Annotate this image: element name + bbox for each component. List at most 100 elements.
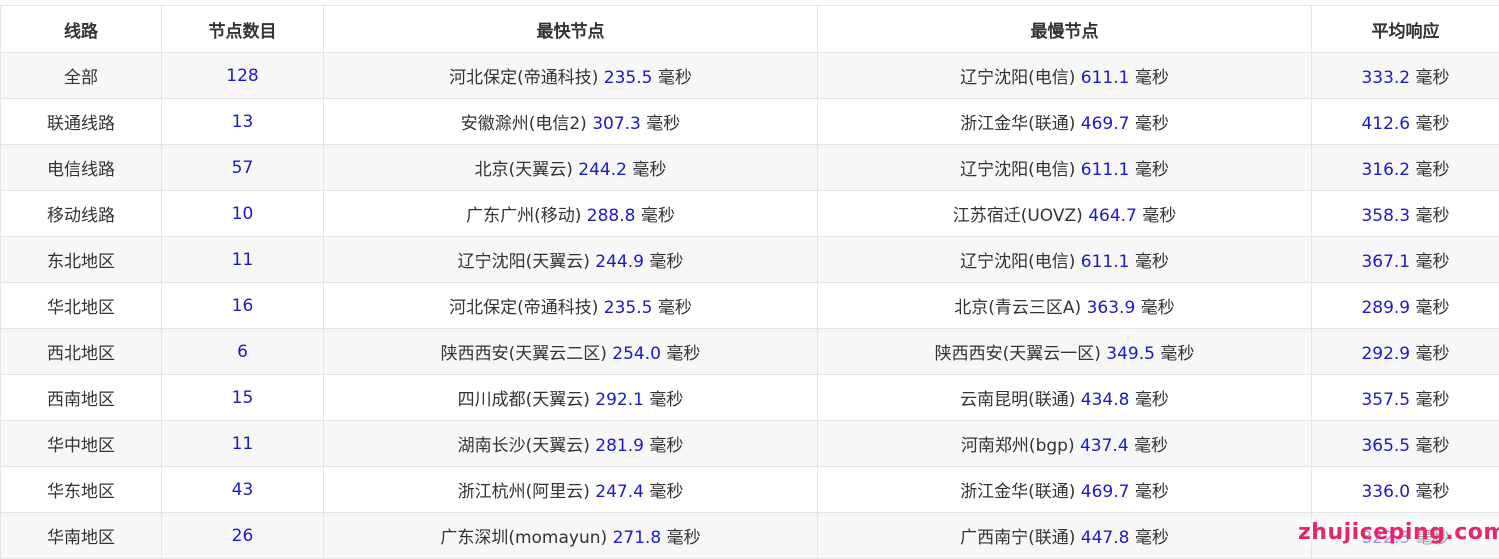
slowest-node-ms: 611.1 <box>1080 160 1130 180</box>
unit-label: 毫秒 <box>1415 436 1450 456</box>
unit-label: 毫秒 <box>640 206 675 226</box>
cell-fastest-node: 浙江杭州(阿里云) 247.4 毫秒 <box>323 466 818 513</box>
table-row: 华南地区 26 广东深圳(momayun) 271.8 毫秒 广西南宁(联通) 447… <box>0 512 1499 559</box>
cell-line: 电信线路 <box>0 144 162 191</box>
fastest-node-ms: 247.4 <box>595 482 644 502</box>
unit-label: 毫秒 <box>1142 206 1177 226</box>
cell-line: 西南地区 <box>0 374 162 421</box>
cell-line: 西北地区 <box>0 328 162 375</box>
node-count-value: 13 <box>231 111 254 132</box>
cell-node-count: 26 <box>161 512 324 559</box>
unit-label: 毫秒 <box>1134 482 1169 502</box>
fastest-node-ms: 244.9 <box>595 252 644 272</box>
fastest-node-ms: 307.3 <box>592 114 641 134</box>
slowest-node-name: 江苏宿迁(UOVZ) <box>952 206 1083 226</box>
cell-slowest-node: 辽宁沈阳(电信) 611.1 毫秒 <box>817 144 1312 191</box>
cell-slowest-node: 江苏宿迁(UOVZ) 464.7 毫秒 <box>817 190 1312 237</box>
table-row: 华东地区 43 浙江杭州(阿里云) 247.4 毫秒 浙江金华(联通) 469.7 毫… <box>0 466 1499 513</box>
table-row: 西南地区 15 四川成都(天翼云) 292.1 毫秒 云南昆明(联通) 434.8 毫… <box>0 374 1499 421</box>
unit-label: 毫秒 <box>1134 114 1169 134</box>
slowest-node-ms: 434.8 <box>1080 390 1130 410</box>
cell-slowest-node: 北京(青云三区A) 363.9 毫秒 <box>817 282 1312 329</box>
average-ms: 412.6 <box>1361 114 1411 134</box>
unit-label: 毫秒 <box>1134 436 1169 456</box>
slowest-node-ms: 363.9 <box>1086 298 1136 318</box>
fastest-node-ms: 244.2 <box>578 160 627 180</box>
node-count-value: 16 <box>231 295 254 316</box>
header-fastest-node: 最快节点 <box>323 5 818 53</box>
average-ms: 365.5 <box>1361 436 1411 456</box>
cell-fastest-node: 湖南长沙(天翼云) 281.9 毫秒 <box>323 420 818 467</box>
cell-fastest-node: 广东广州(移动) 288.8 毫秒 <box>323 190 818 237</box>
cell-slowest-node: 广西南宁(联通) 447.8 毫秒 <box>817 512 1312 559</box>
table-row: 全部 128 河北保定(帝通科技) 235.5 毫秒 辽宁沈阳(电信) 611.1 毫… <box>0 52 1499 99</box>
cell-slowest-node: 河南郑州(bgp) 437.4 毫秒 <box>817 420 1312 467</box>
fastest-node-name: 北京(天翼云) <box>474 160 573 180</box>
cell-fastest-node: 河北保定(帝通科技) 235.5 毫秒 <box>323 282 818 329</box>
unit-label: 毫秒 <box>649 252 684 272</box>
fastest-node-name: 广东广州(移动) <box>466 206 582 226</box>
slowest-node-ms: 469.7 <box>1080 114 1130 134</box>
fastest-node-name: 河北保定(帝通科技) <box>449 68 599 88</box>
unit-label: 毫秒 <box>1415 114 1450 134</box>
table-row: 华北地区 16 河北保定(帝通科技) 235.5 毫秒 北京(青云三区A) 363.9… <box>0 282 1499 329</box>
fastest-node-ms: 235.5 <box>603 68 653 88</box>
fastest-node-ms: 254.0 <box>612 344 661 364</box>
unit-label: 毫秒 <box>632 160 667 180</box>
cell-average-response: 333.2 毫秒 <box>1311 52 1499 99</box>
average-ms: 357.5 <box>1361 390 1411 410</box>
unit-label: 毫秒 <box>1134 390 1169 410</box>
fastest-node-name: 四川成都(天翼云) <box>457 390 590 410</box>
unit-label: 毫秒 <box>1415 68 1450 88</box>
slowest-node-ms: 464.7 <box>1088 206 1137 226</box>
cell-line: 华南地区 <box>0 512 162 559</box>
slowest-node-name: 辽宁沈阳(电信) <box>960 160 1076 180</box>
node-count-value: 6 <box>237 341 248 362</box>
header-slowest-node: 最慢节点 <box>817 5 1312 53</box>
cell-fastest-node: 辽宁沈阳(天翼云) 244.9 毫秒 <box>323 236 818 283</box>
cell-fastest-node: 河北保定(帝通科技) 235.5 毫秒 <box>323 52 818 99</box>
table-row: 东北地区 11 辽宁沈阳(天翼云) 244.9 毫秒 辽宁沈阳(电信) 611.1 毫… <box>0 236 1499 283</box>
unit-label: 毫秒 <box>1134 528 1169 548</box>
slowest-node-name: 云南昆明(联通) <box>960 390 1076 410</box>
unit-label: 毫秒 <box>1415 298 1450 318</box>
cell-average-response: 357.5 毫秒 <box>1311 374 1499 421</box>
cell-line: 华中地区 <box>0 420 162 467</box>
table-row: 移动线路 10 广东广州(移动) 288.8 毫秒 江苏宿迁(UOVZ) 464.7 … <box>0 190 1499 237</box>
slowest-node-ms: 611.1 <box>1080 252 1130 272</box>
unit-label: 毫秒 <box>1134 160 1169 180</box>
unit-label: 毫秒 <box>1140 298 1175 318</box>
table-header-row: 线路 节点数目 最快节点 最慢节点 平均响应 <box>0 5 1499 53</box>
header-average-response: 平均响应 <box>1311 5 1499 53</box>
unit-label: 毫秒 <box>1415 160 1450 180</box>
unit-label: 毫秒 <box>1134 68 1169 88</box>
watermark-text: zhujiceping.com <box>1296 520 1499 545</box>
average-ms: 367.1 <box>1361 252 1411 272</box>
unit-label: 毫秒 <box>649 482 684 502</box>
unit-label: 毫秒 <box>649 436 684 456</box>
average-ms: 316.2 <box>1361 160 1411 180</box>
speed-test-table: 线路 节点数目 最快节点 最慢节点 平均响应 全部 128 河北保定(帝通科技) 2… <box>0 5 1499 559</box>
cell-fastest-node: 陕西西安(天翼云二区) 254.0 毫秒 <box>323 328 818 375</box>
table-row: 华中地区 11 湖南长沙(天翼云) 281.9 毫秒 河南郑州(bgp) 437.4 … <box>0 420 1499 467</box>
table-row: 电信线路 57 北京(天翼云) 244.2 毫秒 辽宁沈阳(电信) 611.1 毫秒 3… <box>0 144 1499 191</box>
average-ms: 289.9 <box>1361 298 1411 318</box>
fastest-node-name: 湖南长沙(天翼云) <box>457 436 590 456</box>
cell-fastest-node: 北京(天翼云) 244.2 毫秒 <box>323 144 818 191</box>
slowest-node-name: 北京(青云三区A) <box>954 298 1082 318</box>
cell-fastest-node: 安徽滁州(电信2) 307.3 毫秒 <box>323 98 818 145</box>
cell-node-count: 11 <box>161 420 324 467</box>
fastest-node-ms: 235.5 <box>603 298 653 318</box>
cell-average-response: 412.6 毫秒 <box>1311 98 1499 145</box>
slowest-node-name: 陕西西安(天翼云一区) <box>934 344 1101 364</box>
header-line: 线路 <box>0 5 162 53</box>
fastest-node-name: 河北保定(帝通科技) <box>449 298 599 318</box>
cell-slowest-node: 辽宁沈阳(电信) 611.1 毫秒 <box>817 236 1312 283</box>
fastest-node-ms: 292.1 <box>595 390 644 410</box>
slowest-node-name: 浙江金华(联通) <box>960 482 1076 502</box>
cell-node-count: 13 <box>161 98 324 145</box>
cell-node-count: 15 <box>161 374 324 421</box>
node-count-value: 26 <box>231 525 254 546</box>
average-ms: 333.2 <box>1361 68 1411 88</box>
slowest-node-name: 广西南宁(联通) <box>960 528 1076 548</box>
